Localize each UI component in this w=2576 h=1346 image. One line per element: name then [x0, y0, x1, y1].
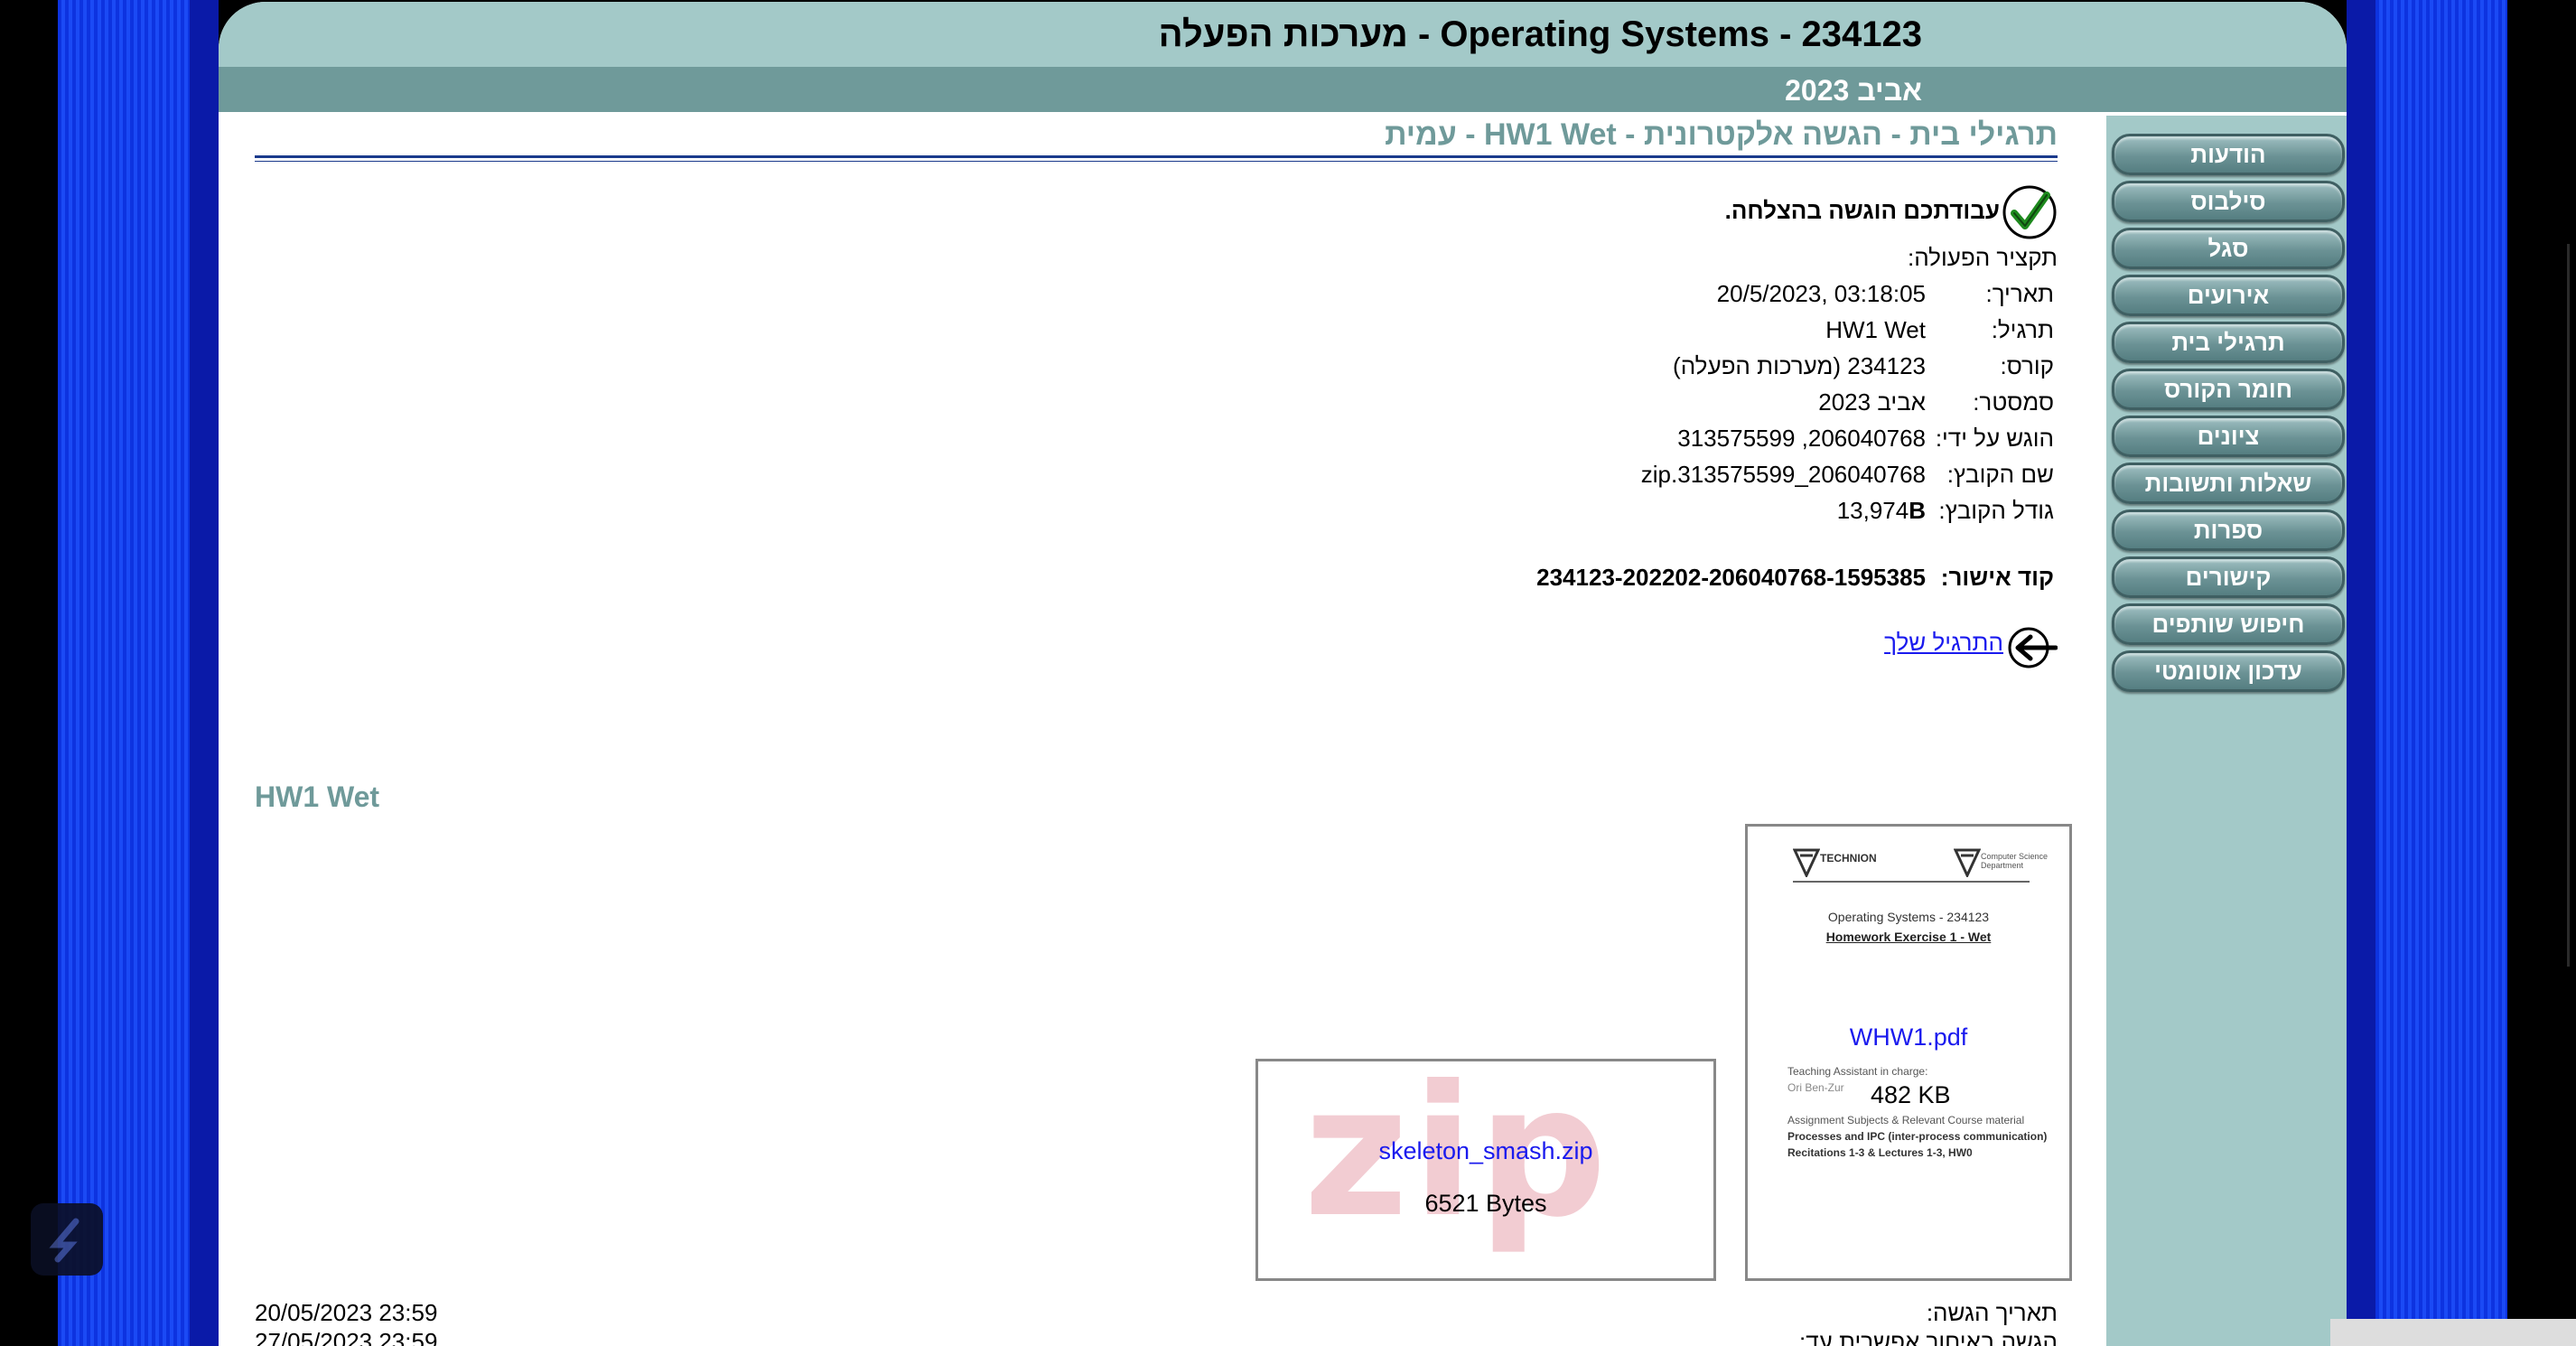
info-label-course: קורס:: [2000, 352, 2054, 379]
pdf-file-card[interactable]: TECHNION Computer Science Department Ope…: [1745, 824, 2072, 1281]
pdf-thumb-title: Operating Systems - 234123: [1827, 910, 1990, 924]
approval-code-value: 234123-202202-206040768-1595385: [1536, 564, 1926, 591]
due-date-label: תאריך הגשה:: [1926, 1299, 2058, 1326]
pdf-thumb-logo-left: TECHNION: [1820, 852, 1877, 865]
checkmark-icon: [2002, 185, 2057, 239]
pdf-thumb-subtitle: Homework Exercise 1 - Wet: [1825, 930, 1992, 944]
page-title: תרגילי בית - הגשה אלקטרונית - HW1 Wet - …: [1385, 117, 2058, 152]
file-size-unit: B: [1909, 497, 1926, 524]
homework-title: HW1 Wet: [255, 780, 380, 813]
sidebar-item-staff[interactable]: סגל: [2112, 228, 2345, 269]
course-title: 234123 - Operating Systems - מערכות הפעל…: [1158, 14, 1922, 54]
right-decorative-stripe: [2375, 0, 2507, 1346]
pdf-thumb-subjects-1: Processes and IPC (inter-process communi…: [1787, 1130, 2048, 1143]
cs-department-logo-icon: [1954, 848, 1981, 877]
info-value-file-name: 206040768_313575599.zip: [1640, 461, 1926, 488]
info-value-semester: אביב 2023: [1818, 388, 1926, 416]
right-decorative-border: [2347, 0, 2375, 1346]
heading-divider: [255, 155, 2058, 162]
sidebar-item-grades[interactable]: ציונים: [2112, 416, 2345, 457]
sidebar-nav: הודעות סילבוס סגל אירועים תרגילי בית חומ…: [2106, 116, 2347, 1346]
pdf-thumb-subjects: Assignment Subjects & Relevant Course ma…: [1787, 1114, 2025, 1126]
your-exercise-link[interactable]: התרגיל שלך: [1884, 629, 2003, 657]
pdf-thumb-logo-right: Computer Science Department: [1981, 852, 2049, 870]
left-decorative-border: [190, 0, 219, 1346]
file-size-number: 13,974: [1836, 497, 1909, 524]
technion-logo-icon: [1793, 848, 1820, 877]
pdf-thumb-ta-label: Teaching Assistant in charge:: [1787, 1065, 1928, 1078]
info-value-exercise: HW1 Wet: [1825, 316, 1926, 343]
sidebar-item-homework[interactable]: תרגילי בית: [2112, 322, 2345, 363]
sidebar-item-qa[interactable]: שאלות ותשובות: [2112, 463, 2345, 504]
zip-file-size: 6521 Bytes: [1424, 1190, 1547, 1217]
pdf-file-size: 482 KB: [1867, 1081, 1955, 1109]
sidebar-item-events[interactable]: אירועים: [2112, 275, 2345, 316]
info-value-date: 20/5/2023, 03:18:05: [1716, 280, 1926, 307]
info-label-submitted-by: הוגש על ידי:: [1935, 425, 2054, 452]
pdf-thumb-rule: [1793, 881, 2030, 883]
approval-code-label: קוד אישור:: [1940, 564, 2054, 591]
pdf-thumb-subjects-2: Recitations 1-3 & Lectures 1-3, HW0: [1787, 1146, 1973, 1159]
info-label-exercise: תרגיל:: [1991, 316, 2054, 343]
info-value-file-size: 13,974B: [1837, 497, 1926, 525]
info-value-course: 234123 (מערכות הפעלה): [1673, 352, 1926, 379]
course-page: 234123 - Operating Systems - מערכות הפעל…: [219, 2, 2347, 1346]
sidebar-item-literature[interactable]: ספרות: [2112, 509, 2345, 551]
scroll-corner-grip[interactable]: [2330, 1319, 2576, 1346]
zip-file-name[interactable]: skeleton_smash.zip: [1258, 1137, 1713, 1165]
slash-logo-icon: [49, 1218, 79, 1263]
due-date-value: 20/05/2023 23:59: [255, 1299, 438, 1326]
main-content: תרגילי בית - הגשה אלקטרונית - HW1 Wet - …: [219, 112, 2106, 1346]
pdf-thumb-ta-name: Ori Ben-Zur: [1787, 1081, 1844, 1094]
arrow-left-icon[interactable]: [2007, 625, 2058, 670]
sidebar-item-announcements[interactable]: הודעות: [2112, 134, 2345, 175]
sidebar-item-auto-update[interactable]: עדכון אוטומטי: [2112, 650, 2345, 692]
semester-bar: אביב 2023: [219, 67, 2347, 112]
pdf-file-name[interactable]: WHW1.pdf: [1748, 1024, 2069, 1052]
sidebar-item-partner-search[interactable]: חיפוש שותפים: [2112, 603, 2345, 645]
floating-widget-button[interactable]: [31, 1203, 103, 1276]
summary-title: תקציר הפעולה:: [1908, 244, 2058, 271]
info-label-date: תאריך:: [1985, 280, 2054, 307]
vertical-scrollbar[interactable]: [2567, 244, 2570, 967]
info-label-semester: סמסטר:: [1973, 388, 2054, 416]
header-title-bar: 234123 - Operating Systems - מערכות הפעל…: [219, 2, 2347, 67]
zip-file-card[interactable]: zip skeleton_smash.zip 6521 Bytes: [1255, 1059, 1716, 1281]
sidebar-item-course-material[interactable]: חומר הקורס: [2112, 369, 2345, 410]
info-label-file-size: גודל הקובץ:: [1938, 497, 2054, 524]
sidebar-item-links[interactable]: קישורים: [2112, 556, 2345, 598]
success-message: עבודתכם הוגשה בהצלחה.: [1724, 197, 2000, 224]
info-value-submitted-by: 206040768, 313575599: [1677, 425, 1926, 452]
left-decorative-stripe: [58, 0, 190, 1346]
semester-label: אביב 2023: [1785, 74, 1922, 107]
sidebar-item-syllabus[interactable]: סילבוס: [2112, 181, 2345, 222]
info-label-file-name: שם הקובץ:: [1946, 461, 2054, 488]
late-due-date-value: 27/05/2023 23:59: [255, 1328, 438, 1346]
late-due-date-label: הגשה באיחור אפשרית עד:: [1799, 1328, 2058, 1346]
